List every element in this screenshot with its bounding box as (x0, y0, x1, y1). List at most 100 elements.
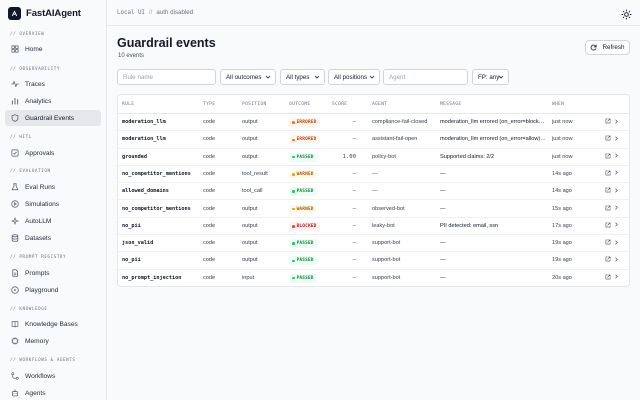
table-row[interactable]: moderation_llm code output ERRORED — complian… (118, 114, 629, 132)
cpu-icon (11, 337, 19, 345)
position-select[interactable]: All positions (328, 69, 380, 85)
table-row[interactable]: no_pii code output PASSED — support-bot — 19s a… (118, 252, 629, 270)
sidebar-item-analytics[interactable]: Analytics (5, 93, 101, 109)
table-header: RULE TYPE POSITION OUTCOME SCORE AGENT MESSAGE… (118, 95, 629, 114)
cell-message: PII detected: email, ssn (440, 222, 499, 229)
table-row[interactable]: no_pii code output BLOCKED — leaky-bot PII det… (118, 218, 629, 236)
external-link-icon[interactable] (605, 135, 611, 141)
sidebar-item-traces[interactable]: Traces (5, 76, 101, 92)
cell-when: 20s ago (552, 274, 572, 281)
external-link-icon[interactable] (605, 239, 611, 245)
cell-message: — (440, 274, 446, 281)
sidebar-item-label: Approvals (25, 149, 55, 157)
external-link-icon[interactable] (605, 153, 611, 159)
cell-score: — (352, 205, 356, 212)
play-icon (11, 286, 19, 294)
type-select-value: All types (286, 73, 310, 81)
workflow-icon (11, 372, 19, 380)
sparkle-icon (11, 217, 19, 225)
sidebar-item-guardrail-events[interactable]: Guardrail Events (5, 110, 101, 126)
cell-when: 15s ago (552, 205, 572, 212)
chevron-right-icon[interactable] (614, 188, 619, 193)
chevron-right-icon[interactable] (614, 205, 619, 210)
agent-input[interactable]: Agent (383, 69, 468, 85)
cell-agent: compliance-fail-closed (372, 119, 428, 125)
sidebar-item-label: Datasets (25, 234, 52, 242)
check-square-icon (11, 149, 19, 157)
sidebar-item-approvals[interactable]: Approvals (5, 145, 101, 161)
sidebar-item-simulations[interactable]: Simulations (5, 196, 101, 212)
brand-logo-icon (8, 6, 21, 20)
chevron-right-icon[interactable] (614, 136, 619, 141)
sidebar-item-workflows[interactable]: Workflows (5, 368, 101, 384)
cell-when: 14s ago (552, 188, 572, 195)
table-row[interactable]: allowed_domains code tool_call PASSED — — — 14s… (118, 183, 629, 201)
cell-position: output (242, 257, 258, 264)
row-actions (605, 239, 619, 245)
sidebar-item-prompts[interactable]: Prompts (5, 265, 101, 281)
sidebar-group-label: // EVALUATION (10, 168, 51, 173)
chevron-right-icon[interactable] (614, 222, 619, 227)
cell-rule: moderation_llm (122, 119, 166, 125)
external-link-icon[interactable] (605, 170, 611, 176)
refresh-button[interactable]: Refresh (585, 40, 630, 55)
cell-rule: moderation_llm (122, 136, 166, 143)
chevron-right-icon[interactable] (614, 240, 619, 245)
cell-agent: — (372, 188, 378, 195)
chevron-right-icon[interactable] (614, 153, 619, 158)
external-link-icon[interactable] (605, 274, 611, 280)
page-title: Guardrail events (117, 36, 216, 50)
table-row[interactable]: no_competitor_mentions code output WARNED — o… (118, 201, 629, 218)
external-link-icon[interactable] (605, 222, 611, 228)
cell-score: — (352, 188, 356, 195)
sidebar-item-datasets[interactable]: Datasets (5, 230, 101, 246)
outcome-badge: PASSED (289, 239, 317, 249)
table-row[interactable]: json_valid code output PASSED — support-bot — 1… (118, 235, 629, 253)
rule-name-input[interactable]: Rule name (117, 69, 216, 85)
sidebar-item-agents[interactable]: Agents (5, 385, 101, 400)
sidebar-item-eval-runs[interactable]: Eval Runs (5, 179, 101, 195)
theme-toggle-sun-icon[interactable] (621, 7, 632, 20)
type-select[interactable]: All types (280, 69, 325, 85)
status-dot-icon (292, 259, 295, 263)
cell-score: — (352, 136, 356, 143)
outcome-select[interactable]: All outcomes (220, 69, 276, 85)
outcome-label: PASSED (296, 258, 314, 264)
sidebar-item-memory[interactable]: Memory (5, 333, 101, 349)
position-select-value: All positions (334, 73, 368, 81)
cell-type: code (203, 153, 216, 160)
breadcrumb-local[interactable]: Local UI (117, 10, 145, 16)
cell-type: code (203, 170, 216, 177)
table-row[interactable]: no_prompt_injection code input PASSED — suppo… (118, 270, 629, 286)
outcome-badge: ERRORED (289, 135, 320, 145)
sidebar-item-label: Eval Runs (25, 183, 56, 191)
chevron-right-icon[interactable] (614, 170, 619, 175)
external-link-icon[interactable] (605, 205, 611, 211)
cell-when: just now (552, 153, 573, 160)
column-header-when: WHEN (552, 102, 565, 107)
outcome-label: PASSED (296, 241, 314, 247)
chevron-right-icon[interactable] (614, 119, 619, 124)
table-row[interactable]: moderation_llm code output ERRORED — assistan… (118, 131, 629, 149)
chevron-right-icon[interactable] (614, 274, 619, 279)
sidebar-item-autollm[interactable]: AutoLLM (5, 213, 101, 229)
outcome-badge: ERRORED (289, 118, 320, 127)
sidebar-item-playground[interactable]: Playground (5, 282, 101, 298)
sidebar-item-home[interactable]: Home (5, 41, 101, 57)
chevron-right-icon[interactable] (614, 257, 619, 262)
cell-message: — (440, 240, 446, 247)
brand-name: FastAIAgent (26, 7, 81, 19)
external-link-icon[interactable] (605, 256, 611, 262)
cell-type: code (203, 274, 216, 281)
external-link-icon[interactable] (605, 118, 611, 124)
table-row[interactable]: grounded code output PASSED 1.00 policy-bot Su… (118, 149, 629, 166)
sidebar-group-label: // WORKFLOWS & AGENTS (10, 357, 76, 362)
brand[interactable]: FastAIAgent (8, 5, 81, 21)
outcome-badge: WARNED (289, 169, 317, 179)
fp-select[interactable]: FP: any (472, 69, 509, 85)
table-row[interactable]: no_competitor_mentions code tool_result WAR… (118, 166, 629, 184)
external-link-icon[interactable] (605, 187, 611, 193)
activity-icon (11, 80, 19, 88)
status-dot-icon (292, 173, 295, 176)
sidebar-item-knowledge-bases[interactable]: Knowledge Bases (5, 316, 101, 332)
